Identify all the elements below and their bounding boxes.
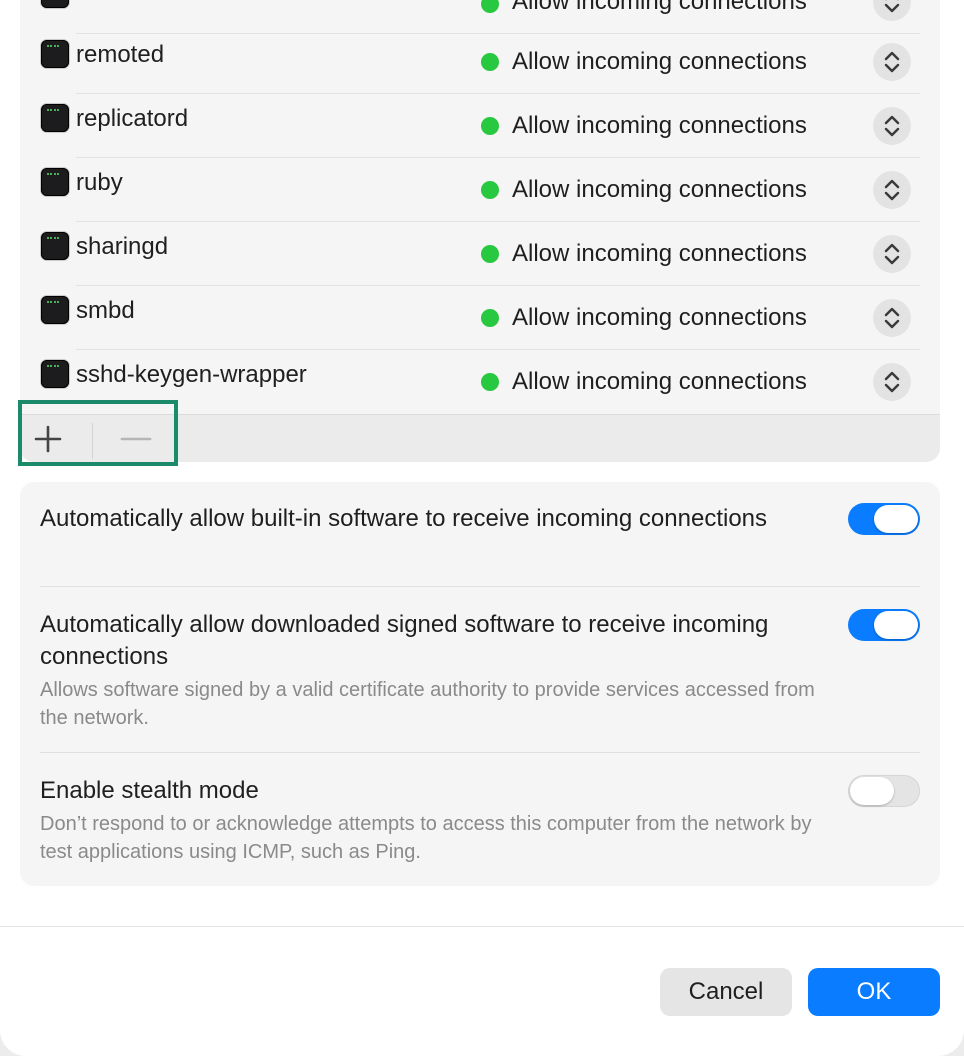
status-dot-icon [481, 245, 499, 263]
terminal-exec-icon [41, 232, 69, 260]
toggle-knob [874, 611, 918, 639]
status-stepper[interactable] [873, 235, 911, 273]
chevron-up-down-icon [884, 0, 900, 13]
chevron-up-down-icon [884, 243, 900, 265]
app-status: Allow incoming connections [512, 176, 807, 203]
status-stepper[interactable] [873, 43, 911, 81]
terminal-exec-icon [41, 168, 69, 196]
auto-allow-signed-toggle[interactable] [848, 609, 920, 641]
terminal-exec-icon [41, 0, 69, 8]
ok-button[interactable]: OK [808, 968, 940, 1016]
status-dot-icon [481, 117, 499, 135]
status-stepper[interactable] [873, 107, 911, 145]
terminal-exec-icon [41, 40, 69, 68]
toggle-knob [874, 505, 918, 533]
app-status: Allow incoming connections [512, 0, 807, 15]
option-title: Automatically allow built-in software to… [40, 505, 768, 532]
chevron-up-down-icon [884, 51, 900, 73]
status-stepper[interactable] [873, 299, 911, 337]
stealth-mode-toggle[interactable] [848, 775, 920, 807]
toggle-knob [850, 777, 894, 805]
chevron-up-down-icon [884, 115, 900, 137]
status-dot-icon [481, 309, 499, 327]
app-status: Allow incoming connections [512, 368, 807, 395]
app-row[interactable]: sharingd Allow incoming connections [20, 222, 940, 286]
app-row[interactable]: smbd Allow incoming connections [20, 286, 940, 350]
option-divider [40, 586, 920, 587]
app-name: replicatord [76, 105, 189, 132]
option-title: Enable stealth mode [40, 777, 259, 804]
option-title: Automatically allow downloaded signed so… [40, 611, 769, 670]
app-name: smbd [76, 297, 135, 324]
chevron-up-down-icon [884, 371, 900, 393]
app-name: sshd-keygen-wrapper [76, 361, 307, 388]
app-name: remoted [76, 41, 165, 68]
app-status: Allow incoming connections [512, 48, 807, 75]
app-row[interactable]: remoted Allow incoming connections [20, 30, 940, 94]
status-dot-icon [481, 373, 499, 391]
add-remove-highlight [18, 400, 178, 466]
app-row[interactable]: replicatord Allow incoming connections [20, 94, 940, 158]
app-list: Allow incoming connections remoted Allow… [20, 0, 940, 462]
status-stepper[interactable] [873, 0, 911, 21]
footer-divider [0, 926, 964, 927]
app-row[interactable]: ruby Allow incoming connections [20, 158, 940, 222]
status-dot-icon [481, 181, 499, 199]
cancel-button[interactable]: Cancel [660, 968, 792, 1016]
app-status: Allow incoming connections [512, 304, 807, 331]
app-name: sharingd [76, 233, 169, 260]
app-row[interactable]: Allow incoming connections [20, 0, 940, 34]
status-stepper[interactable] [873, 363, 911, 401]
app-status: Allow incoming connections [512, 112, 807, 139]
status-dot-icon [481, 53, 499, 71]
firewall-options-sheet: Allow incoming connections remoted Allow… [0, 0, 964, 1056]
app-name: ruby [76, 169, 123, 196]
option-divider [40, 752, 920, 753]
terminal-exec-icon [41, 360, 69, 388]
status-stepper[interactable] [873, 171, 911, 209]
status-dot-icon [481, 0, 499, 13]
app-status: Allow incoming connections [512, 240, 807, 267]
chevron-up-down-icon [884, 307, 900, 329]
firewall-options: Automatically allow built-in software to… [20, 482, 940, 886]
terminal-exec-icon [41, 296, 69, 324]
option-description: Don’t respond to or acknowledge attempts… [40, 813, 812, 863]
chevron-up-down-icon [884, 179, 900, 201]
option-description: Allows software signed by a valid certif… [40, 679, 815, 729]
auto-allow-builtin-toggle[interactable] [848, 503, 920, 535]
terminal-exec-icon [41, 104, 69, 132]
